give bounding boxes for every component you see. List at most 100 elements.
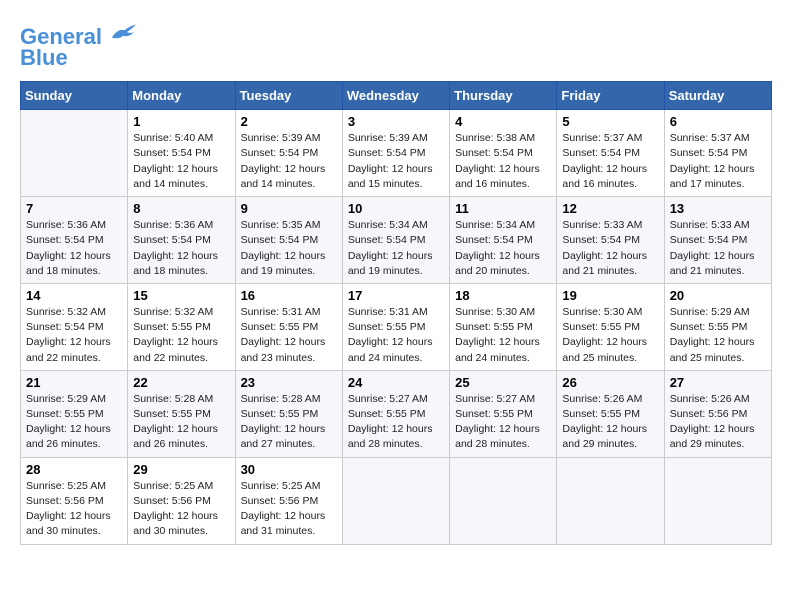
day-info: Sunrise: 5:25 AMSunset: 5:56 PMDaylight:… (241, 479, 337, 540)
calendar-cell: 23 Sunrise: 5:28 AMSunset: 5:55 PMDayligh… (235, 370, 342, 457)
calendar-cell: 12 Sunrise: 5:33 AMSunset: 5:54 PMDayligh… (557, 197, 664, 284)
calendar-cell (342, 457, 449, 544)
day-number: 12 (562, 201, 658, 216)
calendar-cell: 1 Sunrise: 5:40 AMSunset: 5:54 PMDaylight… (128, 110, 235, 197)
day-info: Sunrise: 5:37 AMSunset: 5:54 PMDaylight:… (670, 131, 766, 192)
day-info: Sunrise: 5:30 AMSunset: 5:55 PMDaylight:… (455, 305, 551, 366)
calendar-cell: 7 Sunrise: 5:36 AMSunset: 5:54 PMDaylight… (21, 197, 128, 284)
day-info: Sunrise: 5:27 AMSunset: 5:55 PMDaylight:… (455, 392, 551, 453)
day-number: 16 (241, 288, 337, 303)
day-number: 20 (670, 288, 766, 303)
day-info: Sunrise: 5:39 AMSunset: 5:54 PMDaylight:… (348, 131, 444, 192)
col-header-monday: Monday (128, 82, 235, 110)
day-number: 24 (348, 375, 444, 390)
day-info: Sunrise: 5:36 AMSunset: 5:54 PMDaylight:… (133, 218, 229, 279)
calendar-cell: 5 Sunrise: 5:37 AMSunset: 5:54 PMDaylight… (557, 110, 664, 197)
col-header-saturday: Saturday (664, 82, 771, 110)
calendar-cell: 14 Sunrise: 5:32 AMSunset: 5:54 PMDayligh… (21, 283, 128, 370)
calendar-cell (21, 110, 128, 197)
calendar-cell: 28 Sunrise: 5:25 AMSunset: 5:56 PMDayligh… (21, 457, 128, 544)
calendar-cell: 8Sunrise: 5:36 AMSunset: 5:54 PMDaylight… (128, 197, 235, 284)
day-info: Sunrise: 5:29 AMSunset: 5:55 PMDaylight:… (26, 392, 122, 453)
day-info: Sunrise: 5:25 AMSunset: 5:56 PMDaylight:… (133, 479, 229, 540)
day-info: Sunrise: 5:39 AMSunset: 5:54 PMDaylight:… (241, 131, 337, 192)
day-number: 13 (670, 201, 766, 216)
day-number: 5 (562, 114, 658, 129)
calendar-cell: 2 Sunrise: 5:39 AMSunset: 5:54 PMDaylight… (235, 110, 342, 197)
day-number: 6 (670, 114, 766, 129)
calendar-cell: 13 Sunrise: 5:33 AMSunset: 5:54 PMDayligh… (664, 197, 771, 284)
calendar-cell: 16 Sunrise: 5:31 AMSunset: 5:55 PMDayligh… (235, 283, 342, 370)
calendar-cell: 27Sunrise: 5:26 AMSunset: 5:56 PMDayligh… (664, 370, 771, 457)
day-info: Sunrise: 5:37 AMSunset: 5:54 PMDaylight:… (562, 131, 658, 192)
day-info: Sunrise: 5:33 AMSunset: 5:54 PMDaylight:… (670, 218, 766, 279)
col-header-thursday: Thursday (450, 82, 557, 110)
day-number: 21 (26, 375, 122, 390)
day-number: 28 (26, 462, 122, 477)
day-info: Sunrise: 5:34 AMSunset: 5:54 PMDaylight:… (348, 218, 444, 279)
day-number: 15 (133, 288, 229, 303)
col-header-wednesday: Wednesday (342, 82, 449, 110)
calendar-cell (557, 457, 664, 544)
day-number: 17 (348, 288, 444, 303)
calendar-cell: 18Sunrise: 5:30 AMSunset: 5:55 PMDayligh… (450, 283, 557, 370)
calendar-cell: 6 Sunrise: 5:37 AMSunset: 5:54 PMDaylight… (664, 110, 771, 197)
day-number: 23 (241, 375, 337, 390)
calendar-cell: 10 Sunrise: 5:34 AMSunset: 5:54 PMDayligh… (342, 197, 449, 284)
calendar-cell: 25 Sunrise: 5:27 AMSunset: 5:55 PMDayligh… (450, 370, 557, 457)
day-info: Sunrise: 5:31 AMSunset: 5:55 PMDaylight:… (348, 305, 444, 366)
day-info: Sunrise: 5:26 AMSunset: 5:55 PMDaylight:… (562, 392, 658, 453)
day-number: 9 (241, 201, 337, 216)
calendar-cell: 17 Sunrise: 5:31 AMSunset: 5:55 PMDayligh… (342, 283, 449, 370)
col-header-tuesday: Tuesday (235, 82, 342, 110)
calendar-cell: 24 Sunrise: 5:27 AMSunset: 5:55 PMDayligh… (342, 370, 449, 457)
day-info: Sunrise: 5:40 AMSunset: 5:54 PMDaylight:… (133, 131, 229, 192)
calendar-cell: 30 Sunrise: 5:25 AMSunset: 5:56 PMDayligh… (235, 457, 342, 544)
day-number: 14 (26, 288, 122, 303)
day-number: 25 (455, 375, 551, 390)
day-number: 7 (26, 201, 122, 216)
day-number: 11 (455, 201, 551, 216)
day-number: 3 (348, 114, 444, 129)
day-number: 30 (241, 462, 337, 477)
logo: General Blue (20, 20, 138, 71)
day-number: 19 (562, 288, 658, 303)
day-number: 2 (241, 114, 337, 129)
day-info: Sunrise: 5:27 AMSunset: 5:55 PMDaylight:… (348, 392, 444, 453)
day-info: Sunrise: 5:35 AMSunset: 5:54 PMDaylight:… (241, 218, 337, 279)
calendar-cell: 4 Sunrise: 5:38 AMSunset: 5:54 PMDaylight… (450, 110, 557, 197)
day-info: Sunrise: 5:32 AMSunset: 5:54 PMDaylight:… (26, 305, 122, 366)
day-info: Sunrise: 5:30 AMSunset: 5:55 PMDaylight:… (562, 305, 658, 366)
calendar-cell: 21 Sunrise: 5:29 AMSunset: 5:55 PMDayligh… (21, 370, 128, 457)
calendar-cell: 15 Sunrise: 5:32 AMSunset: 5:55 PMDayligh… (128, 283, 235, 370)
day-number: 1 (133, 114, 229, 129)
day-info: Sunrise: 5:31 AMSunset: 5:55 PMDaylight:… (241, 305, 337, 366)
calendar-cell (664, 457, 771, 544)
day-info: Sunrise: 5:28 AMSunset: 5:55 PMDaylight:… (133, 392, 229, 453)
col-header-sunday: Sunday (21, 82, 128, 110)
calendar-table: SundayMondayTuesdayWednesdayThursdayFrid… (20, 81, 772, 544)
calendar-cell: 29Sunrise: 5:25 AMSunset: 5:56 PMDayligh… (128, 457, 235, 544)
calendar-cell: 19 Sunrise: 5:30 AMSunset: 5:55 PMDayligh… (557, 283, 664, 370)
calendar-cell (450, 457, 557, 544)
day-info: Sunrise: 5:32 AMSunset: 5:55 PMDaylight:… (133, 305, 229, 366)
calendar-cell: 11 Sunrise: 5:34 AMSunset: 5:54 PMDayligh… (450, 197, 557, 284)
day-number: 22 (133, 375, 229, 390)
day-info: Sunrise: 5:26 AMSunset: 5:56 PMDaylight:… (670, 392, 766, 453)
calendar-cell: 3 Sunrise: 5:39 AMSunset: 5:54 PMDaylight… (342, 110, 449, 197)
day-info: Sunrise: 5:38 AMSunset: 5:54 PMDaylight:… (455, 131, 551, 192)
day-info: Sunrise: 5:33 AMSunset: 5:54 PMDaylight:… (562, 218, 658, 279)
day-number: 4 (455, 114, 551, 129)
col-header-friday: Friday (557, 82, 664, 110)
day-info: Sunrise: 5:36 AMSunset: 5:54 PMDaylight:… (26, 218, 122, 279)
day-info: Sunrise: 5:28 AMSunset: 5:55 PMDaylight:… (241, 392, 337, 453)
day-info: Sunrise: 5:29 AMSunset: 5:55 PMDaylight:… (670, 305, 766, 366)
day-number: 26 (562, 375, 658, 390)
calendar-cell: 20 Sunrise: 5:29 AMSunset: 5:55 PMDayligh… (664, 283, 771, 370)
day-info: Sunrise: 5:25 AMSunset: 5:56 PMDaylight:… (26, 479, 122, 540)
calendar-cell: 9 Sunrise: 5:35 AMSunset: 5:54 PMDaylight… (235, 197, 342, 284)
calendar-cell: 22 Sunrise: 5:28 AMSunset: 5:55 PMDayligh… (128, 370, 235, 457)
day-info: Sunrise: 5:34 AMSunset: 5:54 PMDaylight:… (455, 218, 551, 279)
calendar-cell: 26 Sunrise: 5:26 AMSunset: 5:55 PMDayligh… (557, 370, 664, 457)
day-number: 10 (348, 201, 444, 216)
